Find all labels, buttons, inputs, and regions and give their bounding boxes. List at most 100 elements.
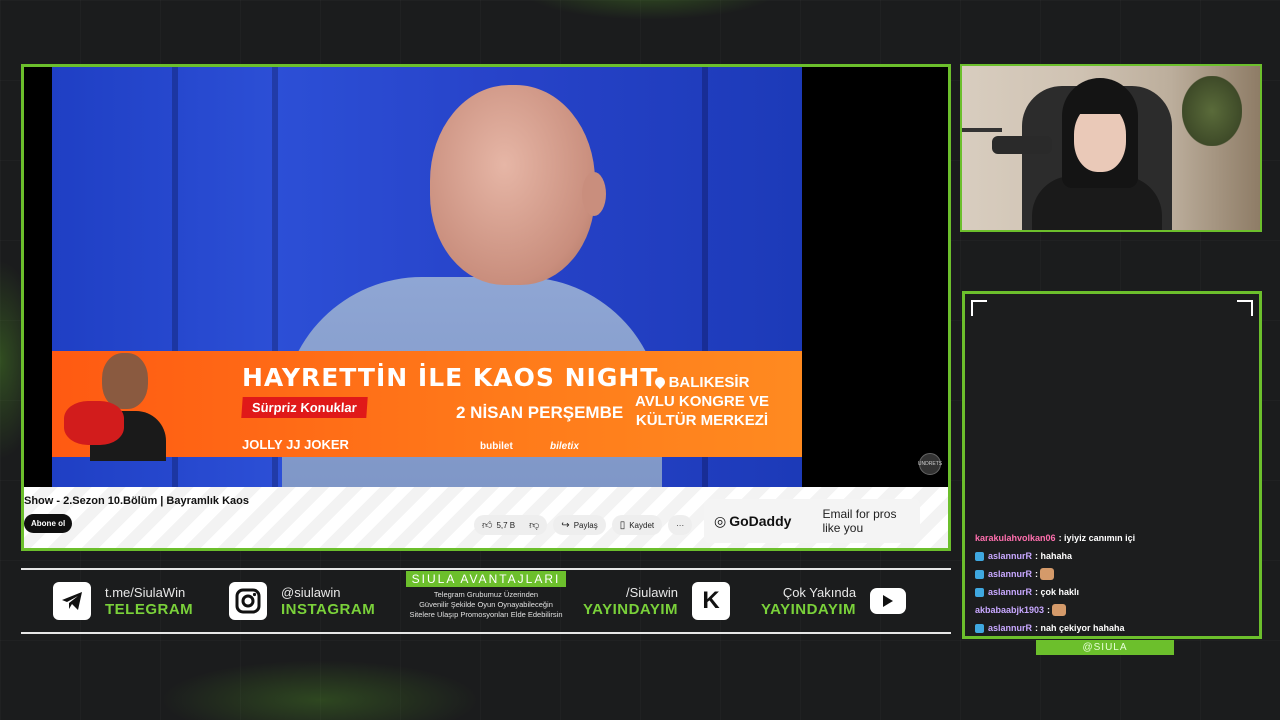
video-player[interactable]: HAYRETTİN İLE KAOS NIGHT Sürpriz Konukla… xyxy=(24,67,948,487)
like-button[interactable]: 👍︎ 5,7 B 👎︎ xyxy=(474,515,548,535)
banner-date: 2 NİSAN PERŞEMBE xyxy=(456,403,624,422)
speaker-ear xyxy=(582,172,606,216)
ad-text-line: Email for pros xyxy=(822,507,897,521)
chat-username[interactable]: aslannurR xyxy=(988,587,1032,597)
chat-username[interactable]: karakulahvolkan06 xyxy=(975,533,1056,543)
youtube-label: YAYINDAYIM xyxy=(761,601,857,618)
ad-brand: GoDaddy xyxy=(729,512,792,529)
plant-decor xyxy=(1182,76,1242,146)
ad-text-line: like you xyxy=(822,521,864,535)
kick-handle: /Siulawin xyxy=(626,585,679,600)
chat-message: aslannurR: xyxy=(975,565,1255,583)
video-frame-image: HAYRETTİN İLE KAOS NIGHT Sürpriz Konukla… xyxy=(52,67,802,487)
mic-arm xyxy=(962,128,1002,132)
kick-link[interactable]: K /Siulawin YAYINDAYIM xyxy=(583,580,731,622)
godaddy-icon: ◎ xyxy=(714,512,727,529)
subscriber-badge-icon xyxy=(975,569,984,579)
more-options-button[interactable]: ··· xyxy=(668,515,693,535)
background-glow xyxy=(520,0,780,20)
chat-message: aslannurR: çok haklı xyxy=(975,583,1255,601)
siula-advantages: SIULA AVANTAJLARI Telegram Grubumuz Üzer… xyxy=(391,570,581,620)
instagram-handle: @siulawin xyxy=(281,585,341,600)
chat-text: : xyxy=(1047,605,1051,615)
event-banner: HAYRETTİN İLE KAOS NIGHT Sürpriz Konukla… xyxy=(52,351,802,461)
chat-text: : iyiyiz canımın içi xyxy=(1058,533,1136,543)
venue-line: KÜLTÜR MERKEZİ xyxy=(635,412,769,429)
banner-venue: BALIKESİR AVLU KONGRE VE KÜLTÜR MERKEZİ xyxy=(632,373,772,430)
banner-sponsor-biletix: biletix xyxy=(550,441,579,452)
subscriber-badge-icon xyxy=(975,551,984,561)
chat-username[interactable]: aslannurR xyxy=(988,551,1032,561)
subscriber-badge-icon xyxy=(975,587,984,597)
chat-panel: karakulahvolkan06: iyiyiz canımın içi asl… xyxy=(962,291,1262,639)
advantages-text: Telegram Grubumuz Üzerinden Güvenilir Şe… xyxy=(391,590,581,620)
chat-text: : xyxy=(1035,569,1039,579)
telegram-link[interactable]: t.me/SiulaWin TELEGRAM xyxy=(53,580,193,622)
godaddy-logo: ◎ GoDaddy xyxy=(714,513,794,530)
youtube-link[interactable]: Çok Yakında YAYINDAYIM xyxy=(761,580,907,622)
youtube-icon xyxy=(870,588,907,614)
banner-badge: Sürpriz Konuklar xyxy=(241,397,368,418)
streamer-face xyxy=(1074,104,1126,172)
kick-label: YAYINDAYIM xyxy=(583,601,679,618)
chat-text: : çok haklı xyxy=(1035,587,1080,597)
advantages-line: Güvenilir Şekilde Oyun Oynayabileceğin xyxy=(419,600,553,609)
chat-message: akbabaabjk1903: xyxy=(975,601,1255,619)
advantages-title: SIULA AVANTAJLARI xyxy=(405,571,567,587)
chat-username[interactable]: aslannurR xyxy=(988,623,1032,633)
microphone-icon xyxy=(992,136,1052,154)
banner-title: HAYRETTİN İLE KAOS NIGHT xyxy=(242,363,659,392)
sponsored-ad[interactable]: ◎ GoDaddy Email for pros like you xyxy=(704,499,920,543)
share-button[interactable]: ↪ Paylaş xyxy=(553,515,606,535)
chat-username[interactable]: aslannurR xyxy=(988,569,1032,579)
streamer-handle: @SIULA xyxy=(1036,640,1174,655)
location-pin-icon xyxy=(652,374,667,390)
main-video-frame: HAYRETTİN İLE KAOS NIGHT Sürpriz Konukla… xyxy=(21,64,951,551)
advantages-line: Telegram Grubumuz Üzerinden xyxy=(433,590,539,599)
telegram-url: t.me/SiulaWin xyxy=(105,585,186,600)
emote-icon xyxy=(1052,604,1067,616)
frame-corner xyxy=(1237,300,1253,316)
chat-message: karakulahvolkan06: iyiyiz canımın içi xyxy=(975,529,1255,547)
chat-text: : nah çekiyor hahaha xyxy=(1035,623,1125,633)
emote-icon xyxy=(1040,568,1055,580)
chat-username[interactable]: akbabaabjk1903 xyxy=(975,605,1044,615)
telegram-icon xyxy=(53,582,91,620)
speaker-head xyxy=(430,85,595,285)
video-title: Show - 2.Sezon 10.Bölüm | Bayramlık Kaos xyxy=(24,495,249,507)
advantages-line: Sitelere Ulaşıp Promosyonları Elde Edebi… xyxy=(409,610,563,619)
instagram-link[interactable]: @siulawin INSTAGRAM xyxy=(229,580,375,622)
frame-corner xyxy=(971,300,987,316)
ad-text: Email for pros like you xyxy=(822,507,896,535)
instagram-label: INSTAGRAM xyxy=(281,601,376,618)
thumbs-down-icon[interactable]: 👎︎ xyxy=(529,519,539,531)
save-label: Kaydet xyxy=(629,520,655,530)
bookmark-icon: ▯ xyxy=(619,519,626,531)
share-label: Paylaş xyxy=(573,520,598,530)
share-icon: ↪ xyxy=(561,519,570,531)
divider xyxy=(21,632,951,634)
guest-head xyxy=(102,353,148,409)
thumbs-up-icon: 👍︎ xyxy=(482,520,493,531)
chat-message: aslannurR: nah çekiyor hahaha xyxy=(975,619,1255,637)
youtube-info-bar: Show - 2.Sezon 10.Bölüm | Bayramlık Kaos… xyxy=(24,487,948,548)
venue-city: BALIKESİR xyxy=(668,374,750,391)
chat-message-list: karakulahvolkan06: iyiyiz canımın içi asl… xyxy=(975,529,1255,637)
banner-brand-logo: JOLLY JJ JOKER xyxy=(242,437,349,452)
youtube-status: Çok Yakında xyxy=(782,585,857,600)
video-actions: 👍︎ 5,7 B 👎︎ ↪ Paylaş ▯ Kaydet ··· xyxy=(474,515,693,535)
subscribe-button[interactable]: Abone ol xyxy=(24,514,73,533)
webcam-feed xyxy=(960,64,1262,232)
boxing-glove xyxy=(64,401,124,445)
chat-text: : hahaha xyxy=(1035,551,1073,561)
chat-message: aslannurR: hahaha xyxy=(975,547,1255,565)
telegram-label: TELEGRAM xyxy=(105,601,194,618)
venue-line: AVLU KONGRE VE xyxy=(635,393,769,410)
channel-watermark-logo: UNDRETS xyxy=(918,453,942,475)
banner-sponsor-bubilet: bubilet xyxy=(480,441,513,452)
background-glow xyxy=(160,660,480,720)
save-button[interactable]: ▯ Kaydet xyxy=(611,515,663,535)
social-bar: t.me/SiulaWin TELEGRAM @siulawin INSTAGR… xyxy=(21,568,951,634)
like-count: 5,7 B xyxy=(496,520,516,530)
banner-guest-photo xyxy=(64,353,166,461)
